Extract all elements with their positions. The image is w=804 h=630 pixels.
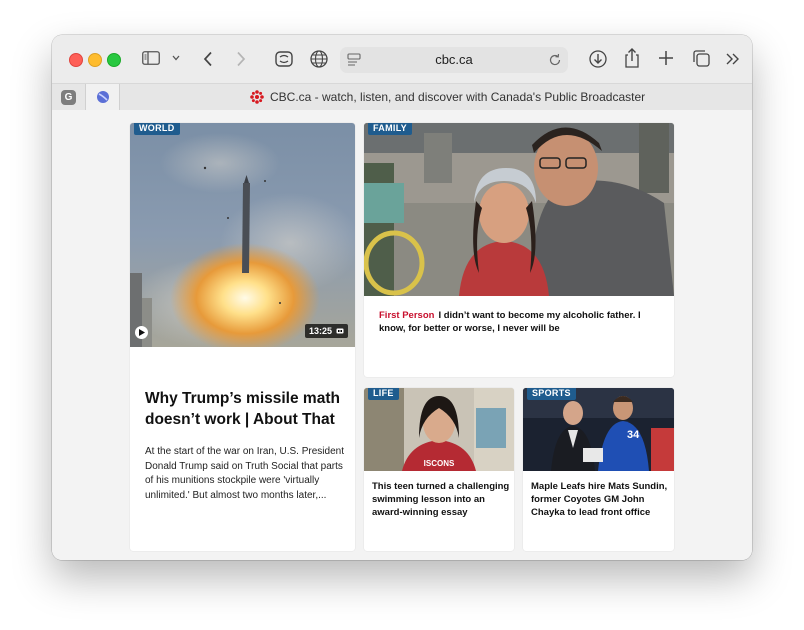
globe-icon[interactable] [309, 49, 329, 69]
teen-photo[interactable]: ISCONS [364, 388, 514, 471]
page-content: 13:25 WORLD Why Trump’s missile math doe… [52, 110, 752, 560]
video-duration: 13:25 [308, 326, 332, 336]
extension-icon[interactable] [274, 49, 294, 69]
globe-blue-icon [96, 91, 109, 103]
back-icon[interactable] [203, 51, 213, 67]
tag-family[interactable]: FAMILY [368, 123, 412, 135]
story-headline-family[interactable]: First Person I didn’t want to become my a… [379, 309, 664, 335]
video-duration-badge: 13:25 [304, 324, 348, 338]
story-headline-life[interactable]: This teen turned a challenging swimming … [372, 480, 512, 519]
share-icon[interactable] [623, 47, 641, 69]
g-icon: G [61, 89, 76, 105]
story-card-life[interactable]: ISCONS LIFE This teen turned a challengi… [364, 388, 514, 551]
missile-video-thumbnail[interactable]: 13:25 [130, 123, 355, 347]
tabs-overview-icon[interactable] [692, 49, 711, 68]
pinned-tab-globe[interactable] [85, 84, 120, 110]
svg-text:34: 34 [627, 429, 640, 441]
zoom-window-button[interactable] [107, 53, 121, 67]
tag-sports[interactable]: SPORTS [527, 388, 576, 400]
first-person-label: First Person [379, 310, 435, 321]
forward-icon[interactable] [236, 51, 246, 67]
address-bar[interactable]: cbc.ca [340, 47, 568, 73]
tab-bar: G CBC.ca - watch, listen, and discover w… [52, 83, 752, 111]
story-card-world[interactable]: 13:25 WORLD Why Trump’s missile math doe… [130, 123, 355, 551]
cbc-logo-icon [250, 90, 264, 104]
story-headline-sports[interactable]: Maple Leafs hire Mats Sundin, former Coy… [531, 480, 671, 519]
more-icon[interactable] [726, 53, 740, 65]
minimize-window-button[interactable] [88, 53, 102, 67]
url-text: cbc.ca [435, 52, 473, 67]
tab-title-text: CBC.ca - watch, listen, and discover wit… [270, 90, 646, 104]
closed-caption-icon [336, 328, 344, 334]
active-tab[interactable]: CBC.ca - watch, listen, and discover wit… [250, 90, 645, 104]
story-description: At the start of the war on Iran, U.S. Pr… [145, 446, 344, 501]
maple-leafs-photo[interactable]: 34 [523, 388, 674, 471]
browser-window: cbc.ca G CBC.ca - watch, listen, and dis… [52, 35, 752, 560]
sidebar-icon[interactable] [142, 51, 160, 65]
new-tab-icon[interactable] [658, 50, 674, 66]
father-daughter-photo[interactable] [364, 123, 674, 296]
download-icon[interactable] [588, 49, 608, 69]
browser-toolbar: cbc.ca [52, 35, 752, 83]
svg-text:ISCONS: ISCONS [424, 459, 455, 468]
story-card-sports[interactable]: 34 SPORTS Maple Leafs hire Mats Sundin, … [523, 388, 674, 551]
reload-icon[interactable] [548, 53, 562, 67]
close-window-button[interactable] [69, 53, 83, 67]
story-card-family[interactable]: FAMILY First Person I didn’t want to beco… [364, 123, 674, 377]
tag-life[interactable]: LIFE [368, 388, 399, 400]
play-icon[interactable] [135, 326, 148, 339]
pinned-tab-g[interactable]: G [52, 84, 85, 110]
tag-world[interactable]: WORLD [134, 123, 180, 135]
chevron-down-icon[interactable] [172, 55, 180, 61]
story-headline[interactable]: Why Trump’s missile math doesn’t work | … [145, 388, 345, 430]
